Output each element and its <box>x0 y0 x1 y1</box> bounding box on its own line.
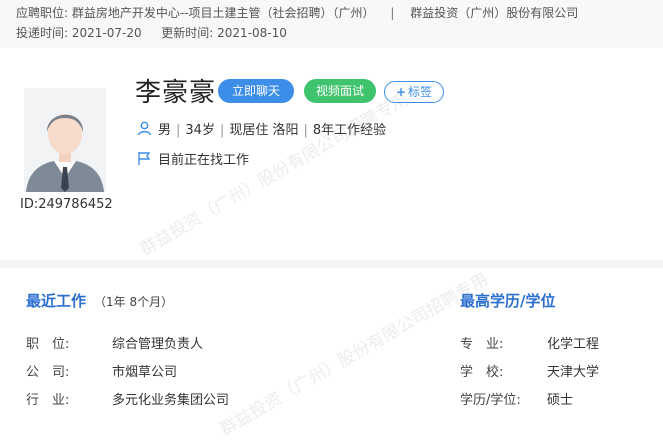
avatar <box>24 88 106 192</box>
job-status-text: 目前正在找工作 <box>158 153 250 168</box>
submitted-date: 2021-07-20 <box>71 26 142 40</box>
avatar-placeholder-icon <box>24 88 106 192</box>
degree-value: 硕士 <box>547 393 574 408</box>
degree-label: 学历/学位: <box>460 393 521 408</box>
date-line: 投递时间: 2021-07-20 更新时间: 2021-08-10 <box>16 24 287 41</box>
industry-value: 多元化业务集团公司 <box>112 393 230 408</box>
submitted-label: 投递时间: <box>16 26 69 40</box>
recent-work-title-text: 最近工作 <box>26 292 87 310</box>
application-line: 应聘职位: 群益房地产开发中心--项目土建主管（社会招聘）（广州） | 群益投资… <box>16 4 578 21</box>
company-value: 市烟草公司 <box>112 365 178 380</box>
education-title: 最高学历/学位 <box>460 292 556 310</box>
chat-now-button[interactable]: 立即聊天 <box>218 79 294 103</box>
separator: | <box>390 6 395 20</box>
watermark: 群益投资（广州）股份有限公司招聘专用 <box>136 89 412 260</box>
applied-position-value: 群益房地产开发中心--项目土建主管（社会招聘）（广州） <box>71 6 375 20</box>
work-experience: 8年工作经验 <box>312 123 387 138</box>
industry-label: 行 业: <box>26 393 70 408</box>
school-value: 天津大学 <box>547 365 600 380</box>
residence: 现居住 洛阳 <box>229 123 299 138</box>
section-divider <box>0 260 663 268</box>
recent-work-title: 最近工作 （1年 8个月） <box>26 290 173 311</box>
gender: 男 <box>158 123 172 138</box>
flag-icon <box>137 151 152 170</box>
candidate-name: 李豪豪 <box>135 78 217 108</box>
watermark: 群益投资（广州）股份有限公司招聘专用 <box>216 269 492 440</box>
add-tag-button[interactable]: + 标签 <box>384 81 444 103</box>
updated-date: 2021-08-10 <box>217 26 287 40</box>
plus-icon: + <box>395 85 407 99</box>
video-interview-button[interactable]: 视频面试 <box>304 79 376 103</box>
candidate-basic-info: 男 | 34岁 | 现居住 洛阳 | 8年工作经验 <box>137 119 386 140</box>
age: 34岁 <box>185 123 215 138</box>
company-label: 公 司: <box>26 365 70 380</box>
position-value: 综合管理负责人 <box>112 337 204 352</box>
candidate-id: ID:249786452 <box>20 197 113 212</box>
recent-work-duration: （1年 8个月） <box>94 295 174 309</box>
applied-position-label: 应聘职位: <box>16 6 69 20</box>
job-status: 目前正在找工作 <box>137 149 249 170</box>
major-value: 化学工程 <box>547 337 600 352</box>
major-label: 专 业: <box>460 337 504 352</box>
position-label: 职 位: <box>26 337 70 352</box>
application-info-bar: 应聘职位: 群益房地产开发中心--项目土建主管（社会招聘）（广州） | 群益投资… <box>0 0 663 48</box>
school-label: 学 校: <box>460 365 504 380</box>
person-icon <box>137 121 152 140</box>
updated-label: 更新时间: <box>161 26 214 40</box>
company-name: 群益投资（广州）股份有限公司 <box>410 6 579 20</box>
tag-button-label: 标签 <box>408 85 433 99</box>
